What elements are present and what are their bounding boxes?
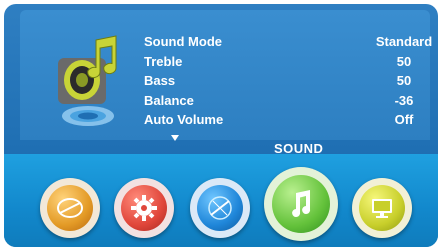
scroll-down-icon[interactable] xyxy=(171,135,179,141)
gear-icon xyxy=(121,185,167,231)
monitor-button[interactable] xyxy=(352,178,412,238)
menu-item-treble[interactable]: Treble 50 xyxy=(144,52,438,72)
menu-item-value: Standard xyxy=(375,34,433,49)
menu-item-label: Auto Volume xyxy=(144,112,224,127)
menu-item-balance[interactable]: Balance -36 xyxy=(144,91,438,111)
sound-button[interactable] xyxy=(264,167,338,241)
menu-item-sound-mode[interactable]: Sound Mode Standard xyxy=(144,32,438,52)
setup-button[interactable] xyxy=(114,178,174,238)
menu-list: Sound Mode Standard Treble 50 Bass 50 Ba… xyxy=(144,32,438,130)
osd-frame: Sound Mode Standard Treble 50 Bass 50 Ba… xyxy=(4,4,438,247)
music-note-icon xyxy=(272,175,330,233)
menu-item-label: Sound Mode xyxy=(144,34,222,49)
satellite-icon xyxy=(197,185,243,231)
picture-icon xyxy=(47,185,93,231)
menu-item-value: Off xyxy=(394,112,414,127)
menu-item-label: Balance xyxy=(144,92,194,108)
monitor-icon xyxy=(359,185,405,231)
menu-item-value: 50 xyxy=(396,73,412,88)
picture-button[interactable] xyxy=(40,178,100,238)
speaker-icon xyxy=(58,35,117,126)
menu-item-bass[interactable]: Bass 50 xyxy=(144,71,438,91)
menu-item-value: 50 xyxy=(396,53,412,69)
menu-item-value: -36 xyxy=(394,92,414,108)
menu-item-label: Bass xyxy=(144,73,176,88)
menu-item-label: Treble xyxy=(144,53,183,69)
menu-panel: Sound Mode Standard Treble 50 Bass 50 Ba… xyxy=(20,10,432,141)
menu-item-auto-volume[interactable]: Auto Volume Off xyxy=(144,110,438,130)
channel-button[interactable] xyxy=(190,178,250,238)
